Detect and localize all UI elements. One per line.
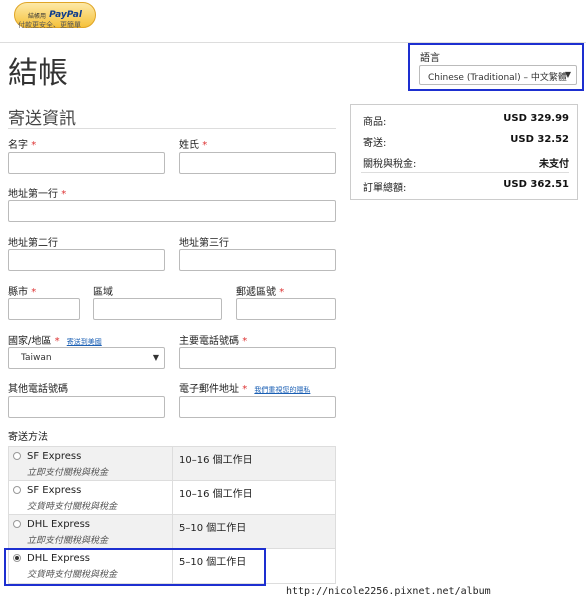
last-name-field[interactable] xyxy=(179,152,336,174)
summary-label: 商品: xyxy=(363,117,387,128)
email-label: 電子郵件地址 * 我們重視您的隱私 xyxy=(179,380,310,395)
shipping-option-note: 交貨時支付關稅與稅金 xyxy=(27,502,118,512)
selected-option-highlight xyxy=(4,548,266,586)
required-mark: * xyxy=(54,336,60,347)
required-mark: * xyxy=(242,336,248,347)
shipping-option-days: 10–16 個工作日 xyxy=(179,489,253,500)
paypal-tagline: 付款更安全、更簡單 xyxy=(18,21,81,29)
address1-text: 地址第一行 xyxy=(8,189,58,200)
shipping-option-name: SF Express xyxy=(27,451,82,462)
summary-value: USD 329.99 xyxy=(503,113,569,124)
summary-label: 關稅與稅金: xyxy=(363,159,417,170)
summary-value: USD 362.51 xyxy=(503,179,569,190)
language-panel: 語言 Chinese (Traditional) – 中文繁體 ▼ xyxy=(408,43,584,91)
primary-phone-field[interactable] xyxy=(179,347,336,369)
chevron-down-icon: ▼ xyxy=(564,70,571,79)
summary-divider xyxy=(361,172,569,173)
address2-label: 地址第二行 xyxy=(8,238,58,249)
required-mark: * xyxy=(31,287,37,298)
summary-value: 未支付 xyxy=(539,159,569,170)
radio-button[interactable] xyxy=(13,452,21,460)
city-text: 縣市 xyxy=(8,287,28,298)
language-label: 語言 xyxy=(420,53,440,64)
shipping-option[interactable]: SF Express 立即支付關稅與稅金 10–16 個工作日 xyxy=(9,447,335,481)
country-select[interactable]: Taiwan ▼ xyxy=(8,347,165,369)
shipping-option[interactable]: SF Express 交貨時支付關稅與稅金 10–16 個工作日 xyxy=(9,481,335,515)
primary-phone-text: 主要電話號碼 xyxy=(179,336,239,347)
city-field[interactable] xyxy=(8,298,80,320)
country-value: Taiwan xyxy=(21,353,52,363)
other-phone-field[interactable] xyxy=(8,396,165,418)
shipping-method-label: 寄送方法 xyxy=(8,432,48,443)
order-summary: 商品: USD 329.99 寄送: USD 32.52 關稅與稅金: 未支付 … xyxy=(350,104,578,200)
section-divider xyxy=(8,128,336,129)
shipping-option-days: 10–16 個工作日 xyxy=(179,455,253,466)
ship-to-us-link[interactable]: 寄送到美國 xyxy=(67,338,102,346)
required-mark: * xyxy=(202,140,208,151)
shipping-info-title: 寄送資訊 xyxy=(8,109,76,129)
other-phone-label: 其他電話號碼 xyxy=(8,384,68,395)
privacy-link[interactable]: 我們重視您的隱私 xyxy=(254,386,310,394)
required-mark: * xyxy=(61,189,67,200)
last-name-label: 姓氏 * xyxy=(179,136,207,151)
watermark: http://nicole2256.pixnet.net/album xyxy=(286,585,582,600)
postal-text: 郵遞區號 xyxy=(236,287,276,298)
last-name-text: 姓氏 xyxy=(179,140,199,151)
summary-label: 訂單總額: xyxy=(363,183,407,194)
shipping-option-days: 5–10 個工作日 xyxy=(179,523,247,534)
address3-label: 地址第三行 xyxy=(179,238,229,249)
postal-label: 郵遞區號 * xyxy=(236,283,284,298)
city-label: 縣市 * xyxy=(8,283,36,298)
country-text: 國家/地區 xyxy=(8,336,52,347)
shipping-option-note: 立即支付關稅與稅金 xyxy=(27,536,109,546)
shipping-option-note: 立即支付關稅與稅金 xyxy=(27,468,109,478)
district-label: 區域 xyxy=(93,287,113,298)
required-mark: * xyxy=(242,384,248,395)
address1-label: 地址第一行 * xyxy=(8,185,66,200)
email-field[interactable] xyxy=(179,396,336,418)
district-field[interactable] xyxy=(93,298,222,320)
chevron-down-icon: ▼ xyxy=(152,353,159,362)
radio-button[interactable] xyxy=(13,520,21,528)
address1-field[interactable] xyxy=(8,200,336,222)
paypal-prefix: 結帳用 xyxy=(28,12,47,20)
postal-code-field[interactable] xyxy=(236,298,336,320)
shipping-option-cell: DHL Express 立即支付關稅與稅金 xyxy=(9,515,173,548)
first-name-label: 名字 * xyxy=(8,136,36,151)
first-name-text: 名字 xyxy=(8,140,28,151)
address3-field[interactable] xyxy=(179,249,336,271)
email-text: 電子郵件地址 xyxy=(179,384,239,395)
summary-label: 寄送: xyxy=(363,138,387,149)
required-mark: * xyxy=(31,140,37,151)
paypal-logo: PayPal xyxy=(49,10,82,20)
page-title: 結帳 xyxy=(8,56,68,91)
radio-button[interactable] xyxy=(13,486,21,494)
shipping-option-name: DHL Express xyxy=(27,519,91,530)
shipping-option-cell: SF Express 交貨時支付關稅與稅金 xyxy=(9,481,173,514)
summary-value: USD 32.52 xyxy=(510,134,569,145)
address2-field[interactable] xyxy=(8,249,165,271)
required-mark: * xyxy=(279,287,285,298)
first-name-field[interactable] xyxy=(8,152,165,174)
language-selected: Chinese (Traditional) – 中文繁體 xyxy=(428,73,567,83)
shipping-option-cell: SF Express 立即支付關稅與稅金 xyxy=(9,447,173,480)
primary-phone-label: 主要電話號碼 * xyxy=(179,332,247,347)
country-label: 國家/地區 * 寄送到美國 xyxy=(8,332,102,347)
language-select[interactable]: Chinese (Traditional) – 中文繁體 ▼ xyxy=(419,65,577,85)
shipping-option-name: SF Express xyxy=(27,485,82,496)
shipping-option[interactable]: DHL Express 立即支付關稅與稅金 5–10 個工作日 xyxy=(9,515,335,549)
